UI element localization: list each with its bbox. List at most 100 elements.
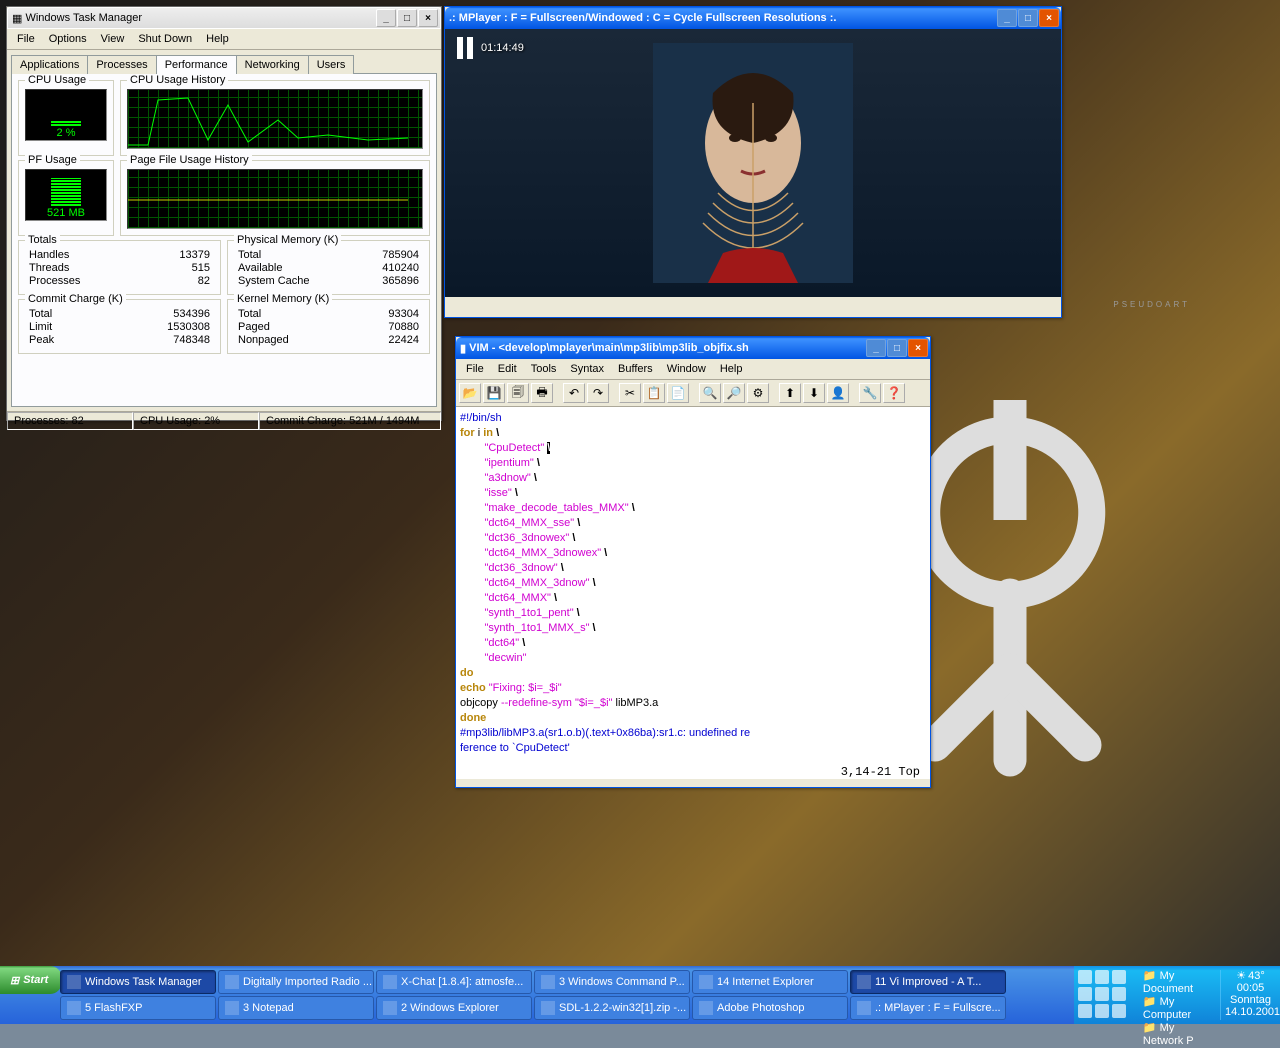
menu-options[interactable]: Options (43, 31, 93, 47)
toolbar-button[interactable]: ⬆ (779, 383, 801, 403)
tray-link[interactable]: 📁 My Document (1143, 970, 1216, 996)
menu-view[interactable]: View (95, 31, 131, 47)
pf-label: PF Usage (25, 154, 80, 166)
osd-time: 01:14:49 (481, 42, 524, 54)
toolbar-button[interactable]: ↶ (563, 383, 585, 403)
minimize-button[interactable]: _ (866, 339, 886, 357)
app-icon (699, 1001, 713, 1015)
cpu-pct: 2 % (57, 127, 76, 139)
menu-help[interactable]: Help (714, 361, 749, 377)
cpu-hist-label: CPU Usage History (127, 74, 228, 86)
toolbar-button[interactable]: ❓ (883, 383, 905, 403)
app-icon (67, 975, 81, 989)
tab-performance[interactable]: Performance (156, 55, 237, 74)
vim-ruler: 3,14-21 Top (456, 765, 930, 779)
taskbar-button[interactable]: X-Chat [1.8.4]: atmosfe... (376, 970, 532, 994)
clock[interactable]: ☀43° 00:05 Sonntag 14.10.2001 (1220, 970, 1276, 1020)
maximize-button[interactable]: □ (887, 339, 907, 357)
taskbar-button[interactable]: 11 Vi Improved - A T... (850, 970, 1006, 994)
taskbar-button[interactable]: Adobe Photoshop (692, 996, 848, 1020)
taskbar-button[interactable]: 5 FlashFXP (60, 996, 216, 1020)
app-icon: ▦ (12, 12, 22, 25)
tab-networking[interactable]: Networking (236, 55, 309, 74)
tray-icon[interactable] (1078, 1004, 1092, 1018)
maximize-button[interactable]: □ (1018, 9, 1038, 27)
menu-window[interactable]: Window (661, 361, 712, 377)
toolbar-button[interactable]: 🔍 (699, 383, 721, 403)
tray-link[interactable]: 📁 My Network P (1143, 1022, 1216, 1048)
menu-help[interactable]: Help (200, 31, 235, 47)
tray-icon[interactable] (1112, 970, 1126, 984)
menu-file[interactable]: File (460, 361, 490, 377)
toolbar-button[interactable]: ✂ (619, 383, 641, 403)
tray-icon[interactable] (1112, 987, 1126, 1001)
vim-titlebar[interactable]: ▮ VIM - <develop\mplayer\main\mp3lib\mp3… (456, 337, 930, 359)
tray-icon[interactable] (1095, 1004, 1109, 1018)
tray-link[interactable]: 📁 My Computer (1143, 996, 1216, 1022)
menu-shut-down[interactable]: Shut Down (132, 31, 198, 47)
maximize-button[interactable]: □ (397, 9, 417, 27)
tray-icon[interactable] (1095, 987, 1109, 1001)
menu-buffers[interactable]: Buffers (612, 361, 659, 377)
taskbar-button[interactable]: SDL-1.2.2-win32[1].zip -... (534, 996, 690, 1020)
taskbar-button[interactable]: .: MPlayer : F = Fullscre... (850, 996, 1006, 1020)
vim-icon: ▮ (460, 342, 466, 355)
tray-icon[interactable] (1078, 970, 1092, 984)
menu-edit[interactable]: Edit (492, 361, 523, 377)
toolbar-button[interactable]: 📂 (459, 383, 481, 403)
minimize-button[interactable]: _ (997, 9, 1017, 27)
menu-syntax[interactable]: Syntax (564, 361, 610, 377)
tray-icon[interactable] (1095, 970, 1109, 984)
menu-tools[interactable]: Tools (525, 361, 563, 377)
toolbar-button[interactable]: 👤 (827, 383, 849, 403)
pf-meter: 521 MB (25, 169, 107, 221)
app-icon (67, 1001, 81, 1015)
tab-processes[interactable]: Processes (87, 55, 156, 74)
toolbar-button[interactable]: ⬇ (803, 383, 825, 403)
start-button[interactable]: ⊞Start (0, 966, 62, 994)
toolbar-button[interactable]: 🔎 (723, 383, 745, 403)
taskmgr-titlebar[interactable]: ▦ Windows Task Manager _ □ × (7, 7, 441, 29)
close-button[interactable]: × (1039, 9, 1059, 27)
close-button[interactable]: × (908, 339, 928, 357)
taskbar-button[interactable]: Digitally Imported Radio ... (218, 970, 374, 994)
tab-users[interactable]: Users (308, 55, 355, 74)
toolbar-button[interactable]: ↷ (587, 383, 609, 403)
toolbar-button[interactable]: 🗐 (507, 383, 529, 403)
toolbar-button[interactable]: ⚙ (747, 383, 769, 403)
minimize-button[interactable]: _ (376, 9, 396, 27)
tab-applications[interactable]: Applications (11, 55, 88, 74)
mplayer-titlebar[interactable]: .: MPlayer : F = Fullscreen/Windowed : C… (445, 7, 1061, 29)
taskbar-button[interactable]: 3 Windows Command P... (534, 970, 690, 994)
cpu-meter: 2 % (25, 89, 107, 141)
clock-time: 00:05 (1225, 982, 1276, 994)
taskbar-button[interactable]: 14 Internet Explorer (692, 970, 848, 994)
vim-editor[interactable]: #!/bin/shfor i in \ "CpuDetect" \ "ipent… (456, 407, 930, 765)
performance-panel: CPU Usage 2 % CPU Usage History PF Usage… (11, 73, 437, 407)
pf-hist-label: Page File Usage History (127, 154, 252, 166)
toolbar-button[interactable]: 📄 (667, 383, 689, 403)
toolbar-button[interactable]: 🔧 (859, 383, 881, 403)
video-area[interactable]: 01:14:49 (445, 29, 1061, 297)
tray-icon[interactable] (1078, 987, 1092, 1001)
toolbar-button[interactable]: 💾 (483, 383, 505, 403)
status-commit: Commit Charge: 521M / 1494M (259, 412, 441, 430)
app-icon (383, 975, 397, 989)
pseudoart-label: PSEUDOART (1113, 300, 1190, 309)
app-icon (857, 975, 871, 989)
app-icon (541, 1001, 555, 1015)
pf-graph (127, 169, 423, 229)
toolbar-button[interactable]: 🖶 (531, 383, 553, 403)
taskbar-button[interactable]: 3 Notepad (218, 996, 374, 1020)
menu-file[interactable]: File (11, 31, 41, 47)
weather-icon: ☀ (1236, 970, 1246, 982)
toolbar-button[interactable]: 📋 (643, 383, 665, 403)
window-title: .: MPlayer : F = Fullscreen/Windowed : C… (449, 12, 997, 24)
clock-day: Sonntag (1225, 994, 1276, 1006)
taskbar-button[interactable]: 2 Windows Explorer (376, 996, 532, 1020)
taskbar-button[interactable]: Windows Task Manager (60, 970, 216, 994)
status-cpu: CPU Usage: 2% (133, 412, 259, 430)
tray-icon[interactable] (1112, 1004, 1126, 1018)
close-button[interactable]: × (418, 9, 438, 27)
app-icon (383, 1001, 397, 1015)
